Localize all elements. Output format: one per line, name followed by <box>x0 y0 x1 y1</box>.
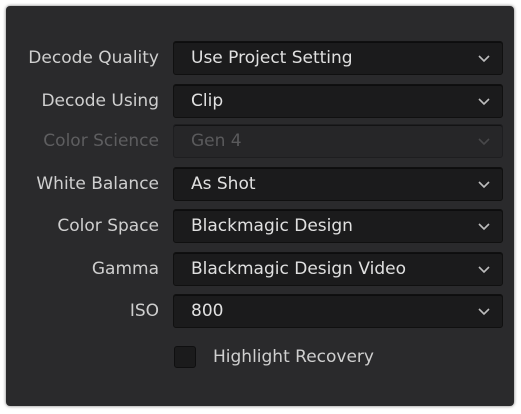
decode-using-label: Decode Using <box>41 91 159 111</box>
highlight-recovery-checkbox[interactable] <box>174 346 196 368</box>
decode-using-row: Decode Using Clip <box>6 84 514 118</box>
raw-settings-panel: Decode Quality Use Project Setting Decod… <box>6 6 514 406</box>
gamma-label: Gamma <box>91 259 159 279</box>
iso-value: 800 <box>191 301 224 321</box>
color-space-label: Color Space <box>57 216 159 236</box>
highlight-recovery-row: Highlight Recovery <box>6 346 514 370</box>
gamma-dropdown[interactable]: Blackmagic Design Video <box>173 252 503 286</box>
white-balance-row: White Balance As Shot <box>6 167 514 201</box>
decode-using-dropdown[interactable]: Clip <box>173 84 503 118</box>
iso-row: ISO 800 <box>6 294 514 328</box>
iso-dropdown[interactable]: 800 <box>173 294 503 328</box>
chevron-down-icon <box>476 261 492 277</box>
decode-quality-row: Decode Quality Use Project Setting <box>6 41 514 75</box>
decode-quality-dropdown[interactable]: Use Project Setting <box>173 41 503 75</box>
decode-quality-value: Use Project Setting <box>191 48 353 68</box>
gamma-value: Blackmagic Design Video <box>191 259 406 279</box>
color-science-dropdown: Gen 4 <box>173 124 503 158</box>
decode-using-value: Clip <box>191 91 224 111</box>
white-balance-dropdown[interactable]: As Shot <box>173 167 503 201</box>
chevron-down-icon <box>476 133 492 149</box>
highlight-recovery-label[interactable]: Highlight Recovery <box>213 346 374 368</box>
color-science-row: Color Science Gen 4 <box>6 124 514 158</box>
decode-quality-label: Decode Quality <box>28 48 159 68</box>
color-space-dropdown[interactable]: Blackmagic Design <box>173 209 503 243</box>
white-balance-label: White Balance <box>36 174 159 194</box>
chevron-down-icon <box>476 50 492 66</box>
color-space-row: Color Space Blackmagic Design <box>6 209 514 243</box>
chevron-down-icon <box>476 93 492 109</box>
color-science-label: Color Science <box>43 131 159 151</box>
chevron-down-icon <box>476 176 492 192</box>
white-balance-value: As Shot <box>191 174 256 194</box>
gamma-row: Gamma Blackmagic Design Video <box>6 252 514 286</box>
chevron-down-icon <box>476 218 492 234</box>
iso-label: ISO <box>129 301 159 321</box>
color-space-value: Blackmagic Design <box>191 216 353 236</box>
chevron-down-icon <box>476 303 492 319</box>
color-science-value: Gen 4 <box>191 131 242 151</box>
